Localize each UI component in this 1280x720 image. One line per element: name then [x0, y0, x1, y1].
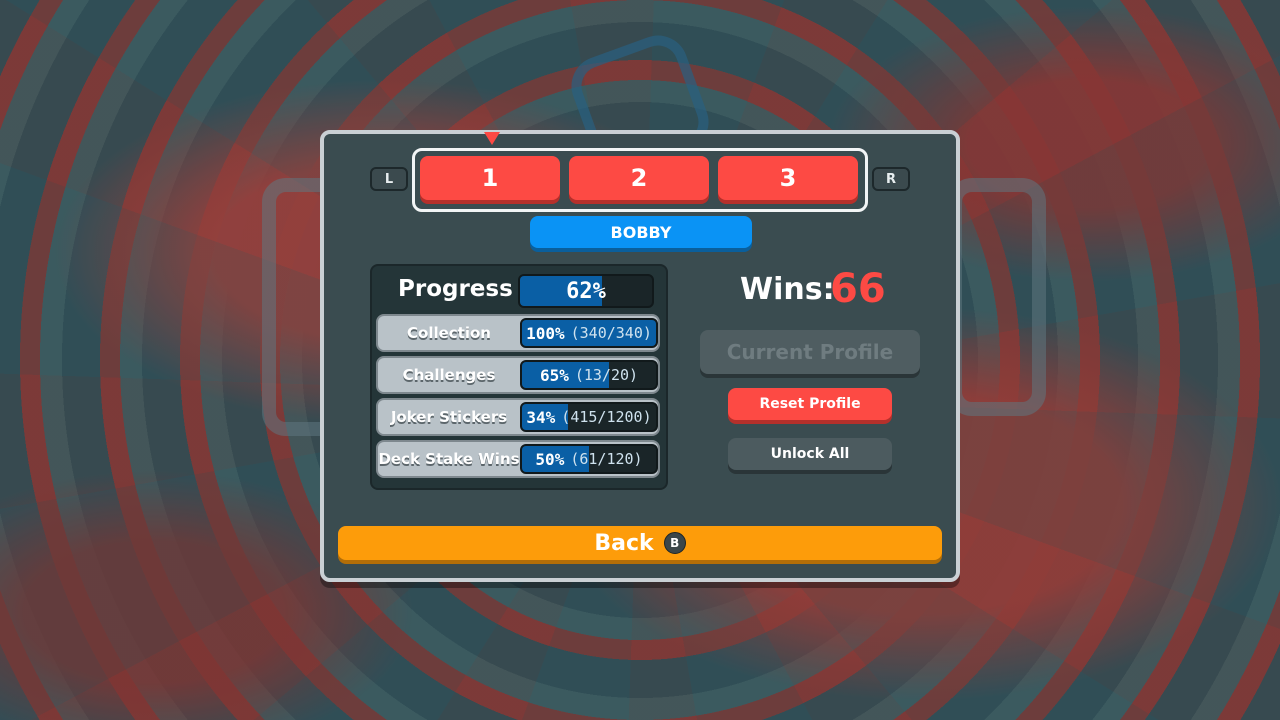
reset-profile-button[interactable]: Reset Profile: [728, 388, 892, 420]
progress-row-value: 50% (61/120): [522, 446, 656, 472]
progress-row-detail: (13/20): [574, 366, 639, 384]
progress-row-joker-stickers: Joker Stickers 34% (415/1200): [376, 398, 660, 436]
unlock-all-button[interactable]: Unlock All: [728, 438, 892, 470]
progress-row-detail: (61/120): [570, 450, 643, 468]
progress-row-challenges: Challenges 65% (13/20): [376, 356, 660, 394]
progress-row-percent: 50%: [535, 449, 565, 469]
progress-row-percent: 65%: [539, 365, 569, 385]
progress-row-label: Challenges: [402, 366, 496, 384]
b-button-icon: B: [663, 532, 686, 554]
profile-tab-3[interactable]: 3: [718, 156, 858, 200]
progress-row-collection: Collection 100% (340/340): [376, 314, 660, 352]
progress-row-value: 100% (340/340): [522, 320, 656, 346]
wins-label: Wins:: [740, 272, 835, 307]
progress-row-value: 34% (415/1200): [522, 404, 656, 430]
profile-tabs: 1 2 3: [412, 148, 868, 212]
back-button-label: Back: [594, 530, 654, 556]
progress-row-bar: 50% (61/120): [520, 444, 658, 474]
overall-progress-bar: 62%: [518, 274, 654, 308]
wins-value: 66: [830, 266, 886, 312]
background-logo-right: [948, 178, 1046, 416]
progress-row-deck-stake-wins: Deck Stake Wins 50% (61/120): [376, 440, 660, 478]
progress-row-bar: 100% (340/340): [520, 318, 658, 348]
selected-tab-marker-icon: [484, 132, 500, 145]
profile-tab-2[interactable]: 2: [569, 156, 709, 200]
profile-name: BOBBY: [530, 216, 752, 248]
back-button[interactable]: Back B: [338, 526, 942, 560]
progress-row-bar: 34% (415/1200): [520, 402, 658, 432]
progress-row-label: Joker Stickers: [390, 408, 508, 426]
overall-progress-text: 62%: [566, 278, 606, 304]
profile-tab-1[interactable]: 1: [420, 156, 560, 200]
progress-row-detail: (340/340): [570, 324, 652, 342]
progress-row-value: 65% (13/20): [522, 362, 656, 388]
profile-panel: L R 1 2 3 BOBBY Progress 62% Collection …: [320, 130, 960, 582]
progress-row-percent: 100%: [526, 323, 565, 343]
progress-row-detail: (415/1200): [561, 408, 652, 426]
progress-title: Progress: [398, 276, 513, 302]
progress-row-label: Deck Stake Wins: [378, 450, 520, 468]
current-profile-button: Current Profile: [700, 330, 920, 374]
progress-box: Progress 62% Collection 100% (340/340) Ch…: [370, 264, 668, 490]
shoulder-right-button[interactable]: R: [872, 167, 910, 191]
progress-row-bar: 65% (13/20): [520, 360, 658, 390]
progress-row-percent: 34%: [526, 407, 556, 427]
shoulder-left-button[interactable]: L: [370, 167, 408, 191]
progress-row-label: Collection: [407, 324, 491, 342]
